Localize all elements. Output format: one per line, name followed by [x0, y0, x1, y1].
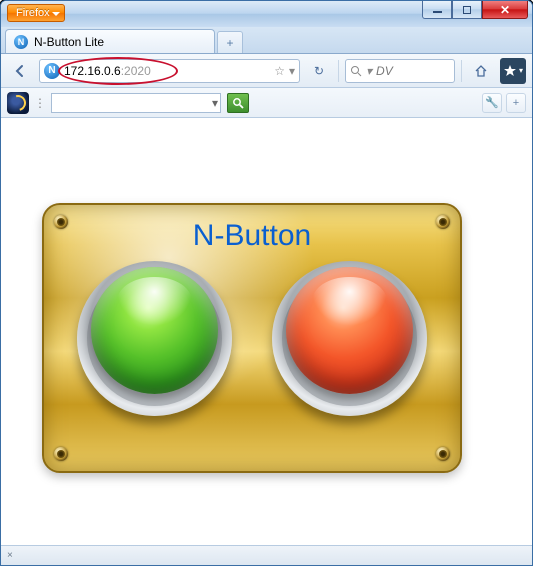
- bookmarks-dropdown-icon: ▾: [519, 66, 523, 75]
- red-push-button[interactable]: [272, 261, 427, 416]
- search-box[interactable]: ▾ DV: [345, 59, 455, 83]
- search-dropdown-icon[interactable]: ▾: [366, 64, 372, 78]
- screw-icon: [436, 447, 450, 461]
- url-port: :2020: [121, 64, 151, 78]
- bookmarks-button[interactable]: ▾: [500, 58, 526, 84]
- toolbar-separator: [338, 60, 339, 82]
- addon-combo[interactable]: ▾: [51, 93, 221, 113]
- page-content: N-Button: [2, 118, 531, 545]
- green-push-button[interactable]: [77, 261, 232, 416]
- close-icon: ✕: [500, 3, 510, 17]
- addon-right-group: 🔧 +: [482, 93, 526, 113]
- back-arrow-icon: [13, 64, 27, 78]
- reload-icon: ↻: [314, 64, 324, 78]
- add-button[interactable]: +: [506, 93, 526, 113]
- maximize-icon: [463, 6, 471, 14]
- window-controls: ✕: [422, 1, 528, 19]
- screw-icon: [436, 215, 450, 229]
- tab-active[interactable]: N N-Button Lite: [5, 29, 215, 53]
- combo-dropdown-icon[interactable]: ▾: [212, 96, 218, 110]
- url-bar[interactable]: N 172.16.0.6:2020 ☆ ▾: [39, 59, 300, 83]
- url-right-controls: ☆ ▾: [274, 64, 295, 78]
- addon-logo-icon[interactable]: [7, 92, 29, 114]
- url-dropdown-icon[interactable]: ▾: [289, 64, 295, 78]
- window-titlebar: Firefox ✕: [1, 1, 532, 27]
- reload-button[interactable]: ↻: [306, 58, 332, 84]
- panel-title: N-Button: [44, 205, 460, 253]
- statusbar-close-icon[interactable]: ×: [7, 550, 13, 561]
- firefox-menu-label: Firefox: [16, 7, 50, 19]
- button-cap-red: [286, 267, 413, 394]
- site-favicon-icon: N: [44, 63, 60, 79]
- search-icon: [350, 65, 362, 77]
- minimize-button[interactable]: [422, 1, 452, 19]
- search-placeholder: DV: [376, 64, 393, 78]
- home-button[interactable]: [468, 58, 494, 84]
- tab-title: N-Button Lite: [34, 35, 104, 49]
- button-cap-green: [91, 267, 218, 394]
- back-button[interactable]: [7, 58, 33, 84]
- plus-icon: +: [226, 36, 233, 50]
- plus-small-icon: +: [513, 97, 519, 109]
- gold-panel: N-Button: [42, 203, 462, 473]
- url-host: 172.16.0.6: [64, 64, 121, 78]
- toolbar-separator: [461, 60, 462, 82]
- bookmark-star-icon[interactable]: ☆: [274, 64, 285, 78]
- home-icon: [474, 64, 488, 78]
- toolbar-grip: ⋮: [35, 96, 45, 110]
- button-row: [44, 261, 460, 416]
- firefox-menu-button[interactable]: Firefox: [7, 4, 65, 22]
- magnifier-icon: [232, 97, 244, 109]
- status-bar: ×: [1, 545, 532, 565]
- bookmarks-star-icon: [503, 64, 517, 78]
- url-text: 172.16.0.6:2020: [64, 64, 270, 78]
- close-button[interactable]: ✕: [482, 1, 528, 19]
- nav-toolbar: N 172.16.0.6:2020 ☆ ▾ ↻ ▾ DV ▾: [1, 54, 532, 88]
- addon-toolbar: ⋮ ▾ 🔧 +: [1, 88, 532, 118]
- minimize-icon: [433, 11, 442, 13]
- panel-wrap: N-Button: [2, 118, 531, 473]
- firefox-window: Firefox ✕ N N-Button Lite + N 172.16.0.6…: [0, 0, 533, 566]
- screw-icon: [54, 447, 68, 461]
- new-tab-button[interactable]: +: [217, 31, 243, 53]
- screw-icon: [54, 215, 68, 229]
- tab-strip: N N-Button Lite +: [1, 27, 532, 54]
- maximize-button[interactable]: [452, 1, 482, 19]
- wrench-icon: 🔧: [485, 96, 499, 109]
- addon-search-button[interactable]: [227, 93, 249, 113]
- settings-button[interactable]: 🔧: [482, 93, 502, 113]
- tab-favicon-icon: N: [14, 35, 28, 49]
